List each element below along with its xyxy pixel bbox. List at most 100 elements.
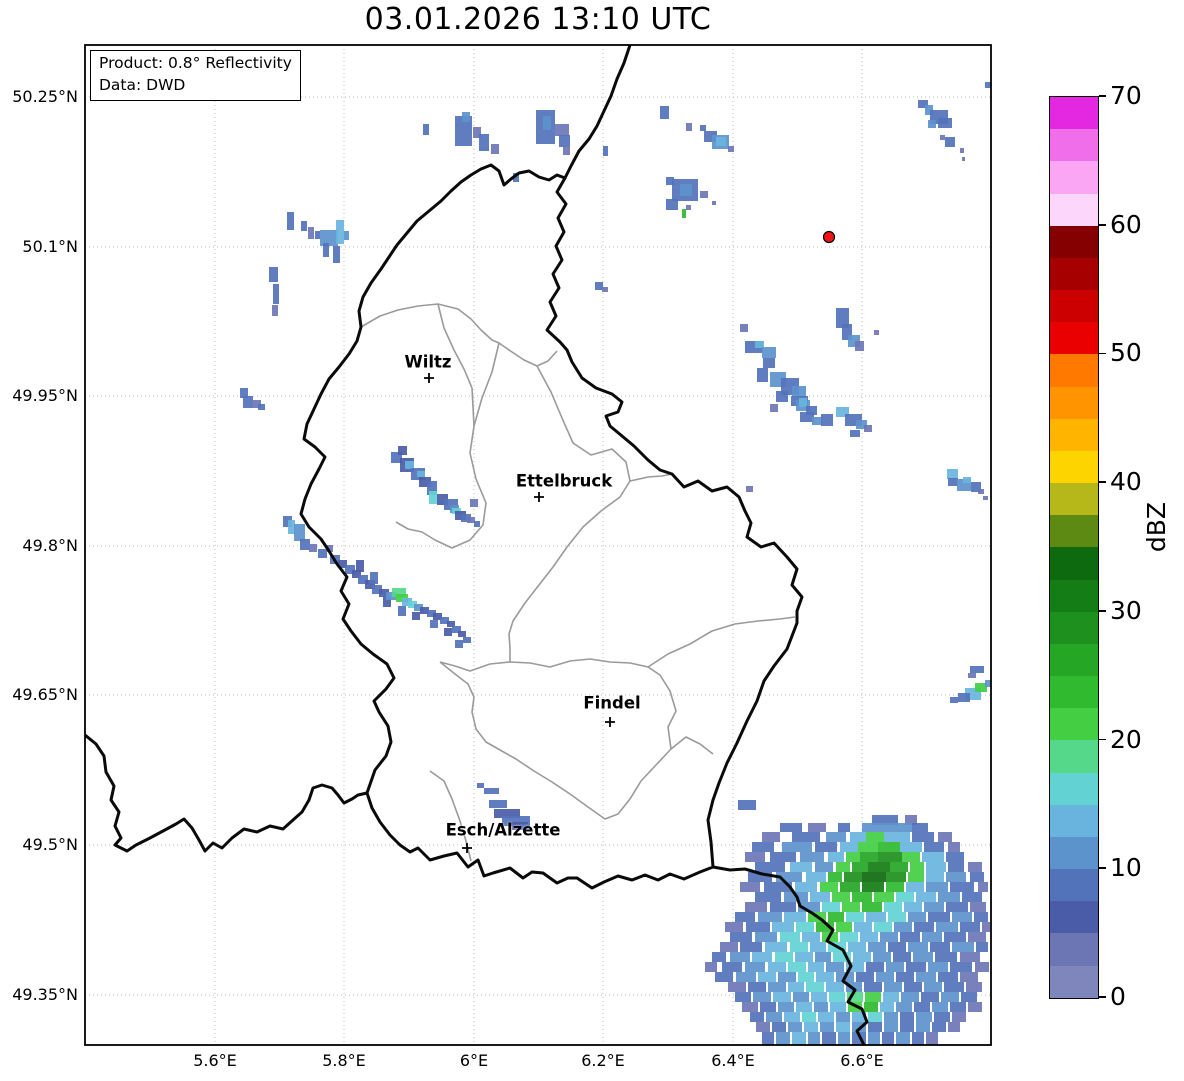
radar-cell — [740, 942, 762, 952]
colorbar-segment — [1050, 483, 1098, 516]
radar-cell — [746, 486, 753, 492]
radar-cell — [288, 520, 295, 534]
radar-cell — [884, 1022, 898, 1032]
radar-cell — [836, 922, 852, 932]
colorbar-segment — [1050, 322, 1098, 355]
radar-cell — [784, 1012, 800, 1022]
radar-cell — [983, 496, 988, 500]
radar-cell — [748, 982, 766, 992]
radar-cell — [944, 932, 966, 942]
radar-cell — [960, 972, 978, 982]
radar-cell — [595, 282, 603, 290]
radar-cell — [908, 912, 926, 922]
radar-cell — [928, 120, 936, 128]
y-tick-label: 50.25°N — [12, 87, 78, 106]
radar-cell — [755, 341, 764, 348]
colorbar-segment — [1050, 129, 1098, 162]
city-marker — [534, 492, 544, 502]
city-label: Ettelbruck — [515, 471, 613, 491]
radar-cell — [808, 962, 824, 972]
radar-cell — [948, 862, 964, 872]
radar-cell — [924, 842, 944, 852]
radar-cell — [788, 1022, 802, 1032]
radar-cell — [758, 912, 782, 922]
canton-border — [629, 473, 673, 482]
radar-cell — [802, 1012, 816, 1022]
radar-cell — [862, 872, 886, 882]
radar-cell — [563, 146, 570, 155]
radar-cell — [888, 942, 906, 952]
radar-cell — [952, 912, 972, 922]
country-border-luxembourg — [299, 163, 804, 890]
radar-cell — [914, 922, 934, 932]
colorbar-segment — [1050, 386, 1098, 419]
radar-cell — [906, 962, 926, 972]
radar-cell — [916, 972, 936, 982]
radar-cell — [795, 882, 817, 892]
radar-cell — [491, 144, 499, 154]
radar-cell — [780, 823, 802, 832]
radar-cell — [815, 952, 831, 962]
radar-cell — [412, 612, 420, 620]
radar-cell — [950, 962, 972, 972]
radar-cell — [344, 231, 349, 240]
radar-cell — [294, 524, 305, 541]
radar-cell — [922, 852, 944, 862]
radar-cell — [766, 1012, 782, 1022]
border-belgium-germany — [563, 45, 632, 180]
radar-cell — [866, 962, 884, 972]
radar-cell — [868, 1032, 880, 1045]
radar-cell — [484, 788, 499, 794]
radar-cell — [938, 972, 958, 982]
radar-cell — [975, 962, 989, 972]
radar-cell — [846, 852, 860, 862]
radar-cell — [603, 146, 608, 156]
canton-border — [439, 658, 677, 820]
radar-cell — [934, 1012, 950, 1022]
radar-cell — [873, 952, 891, 962]
colorbar-tick-label: 50 — [1110, 338, 1142, 368]
radar-cell — [808, 1032, 820, 1045]
radar-cell — [800, 412, 814, 422]
radar-cell — [489, 800, 507, 808]
radar-cell — [300, 539, 310, 550]
radar-cell — [757, 368, 768, 382]
radar-cell — [908, 942, 928, 952]
product-info-line2: Data: DWD — [99, 75, 186, 94]
radar-cell — [868, 942, 886, 952]
radar-cell — [884, 1012, 898, 1022]
colorbar-segment — [1050, 611, 1098, 644]
radar-cell — [470, 499, 478, 507]
radar-cell — [882, 1032, 894, 1045]
radar-cell — [738, 800, 756, 810]
radar-cell — [336, 220, 344, 244]
radar-cell — [716, 137, 726, 146]
radar-cell — [700, 125, 706, 131]
colorbar-segment — [1050, 965, 1098, 998]
radar-cell — [758, 972, 776, 982]
radar-cell — [782, 842, 812, 852]
radar-cell — [795, 952, 813, 962]
radar-cell — [878, 852, 902, 862]
colorbar-tick — [1098, 95, 1106, 97]
radar-cell — [886, 882, 904, 892]
radar-cell — [928, 962, 948, 972]
x-tick-label: 5.8°E — [322, 1051, 366, 1070]
colorbar-tick-label: 40 — [1110, 467, 1142, 497]
radar-cell — [740, 324, 748, 332]
radar-cell — [912, 823, 928, 832]
radar-cell — [952, 942, 974, 952]
radar-cell — [906, 882, 924, 892]
radar-cell — [886, 872, 906, 882]
radar-cell — [315, 231, 320, 239]
radar-cell — [370, 572, 378, 584]
radar-cell — [904, 902, 922, 912]
colorbar-segment — [1050, 290, 1098, 323]
radar-cell — [463, 637, 471, 643]
radar-cell — [880, 932, 898, 942]
radar-cell — [852, 862, 868, 872]
radar-cell — [968, 1002, 982, 1012]
x-tick-label: 5.6°E — [193, 1051, 237, 1070]
radar-cell — [840, 932, 858, 942]
radar-cell — [814, 1002, 828, 1012]
